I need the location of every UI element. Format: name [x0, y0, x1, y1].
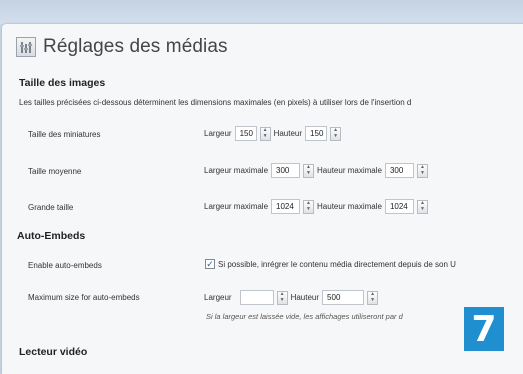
thumbnail-width-label: Largeur — [204, 129, 232, 138]
video-player-heading: Lecteur vidéo — [19, 346, 88, 358]
medium-size-row: Taille moyenne Largeur maximale 300 ▲ ▼ H… — [0, 163, 523, 185]
enable-embeds-checkbox[interactable]: ✓ — [205, 259, 215, 269]
medium-width-stepper[interactable]: ▲ ▼ — [303, 163, 315, 178]
medium-size-label: Taille moyenne — [28, 167, 82, 176]
max-size-label: Maximum size for auto-embeds — [28, 293, 140, 302]
embed-width-input[interactable] — [239, 290, 274, 305]
thumbnail-height-label: Hauteur — [273, 129, 303, 138]
large-height-label: Hauteur maximale — [317, 202, 382, 211]
thumbnail-size-label: Taille des miniatures — [28, 130, 101, 139]
thumbnail-size-row: Taille des miniatures Largeur 150 ▲ ▼ Hau… — [0, 126, 523, 148]
step-number-badge: 7 — [464, 307, 504, 351]
enable-embeds-label: Enable auto-embeds — [28, 261, 102, 270]
medium-width-label: Largeur maximale — [204, 166, 269, 175]
embed-height-label: Hauteur — [290, 293, 320, 302]
thumbnail-width-stepper[interactable]: ▲ ▼ — [259, 126, 271, 141]
large-width-label: Largeur maximale — [204, 202, 269, 211]
medium-height-stepper[interactable]: ▲ ▼ — [416, 163, 428, 178]
auto-embeds-heading: Auto-Embeds — [17, 230, 86, 242]
embed-width-stepper[interactable]: ▲ ▼ — [276, 290, 288, 305]
medium-width-input[interactable]: 300 — [271, 163, 301, 178]
stepper-down-icon[interactable]: ▼ — [304, 171, 313, 177]
enable-embeds-text: Si possible, inrégrer le contenu média d… — [218, 259, 456, 269]
stepper-down-icon[interactable]: ▼ — [261, 134, 270, 140]
stepper-down-icon[interactable]: ▼ — [278, 298, 287, 304]
page-header: Réglages des médias — [16, 34, 228, 60]
max-size-row: Maximum size for auto-embeds Largeur ▲ ▼ … — [0, 290, 523, 312]
stepper-down-icon[interactable]: ▼ — [368, 298, 377, 304]
large-height-input[interactable]: 1024 — [384, 199, 414, 214]
stepper-down-icon[interactable]: ▼ — [418, 171, 427, 177]
medium-height-input[interactable]: 300 — [384, 163, 414, 178]
large-size-label: Grande taille — [28, 203, 74, 212]
enable-embeds-row: Enable auto-embeds ✓ Si possible, inrégr… — [0, 259, 523, 281]
images-description: Les tailles précisées ci-dessous détermi… — [19, 98, 412, 107]
large-height-stepper[interactable]: ▲ ▼ — [416, 199, 428, 214]
media-settings-icon — [16, 37, 36, 57]
stepper-down-icon[interactable]: ▼ — [304, 207, 313, 213]
stepper-down-icon[interactable]: ▼ — [418, 207, 427, 213]
top-band — [0, 0, 523, 24]
images-section-heading: Taille des images — [19, 77, 106, 89]
embed-width-label: Largeur — [204, 293, 232, 302]
embed-height-stepper[interactable]: ▲ ▼ — [367, 290, 379, 305]
large-size-row: Grande taille Largeur maximale 1024 ▲ ▼ H… — [0, 199, 523, 221]
thumbnail-height-input[interactable]: 150 — [305, 126, 328, 141]
thumbnail-height-stepper[interactable]: ▲ ▼ — [330, 126, 342, 141]
large-width-stepper[interactable]: ▲ ▼ — [303, 199, 315, 214]
embed-width-note: Si la largeur est laissée vide, les affi… — [206, 312, 403, 321]
thumbnail-width-input[interactable]: 150 — [234, 126, 257, 141]
page-title: Réglages des médias — [43, 36, 228, 57]
stepper-down-icon[interactable]: ▼ — [331, 134, 340, 140]
checkmark-icon: ✓ — [206, 258, 214, 269]
embed-height-input[interactable]: 500 — [322, 290, 365, 305]
large-width-input[interactable]: 1024 — [271, 199, 301, 214]
medium-height-label: Hauteur maximale — [317, 166, 382, 175]
